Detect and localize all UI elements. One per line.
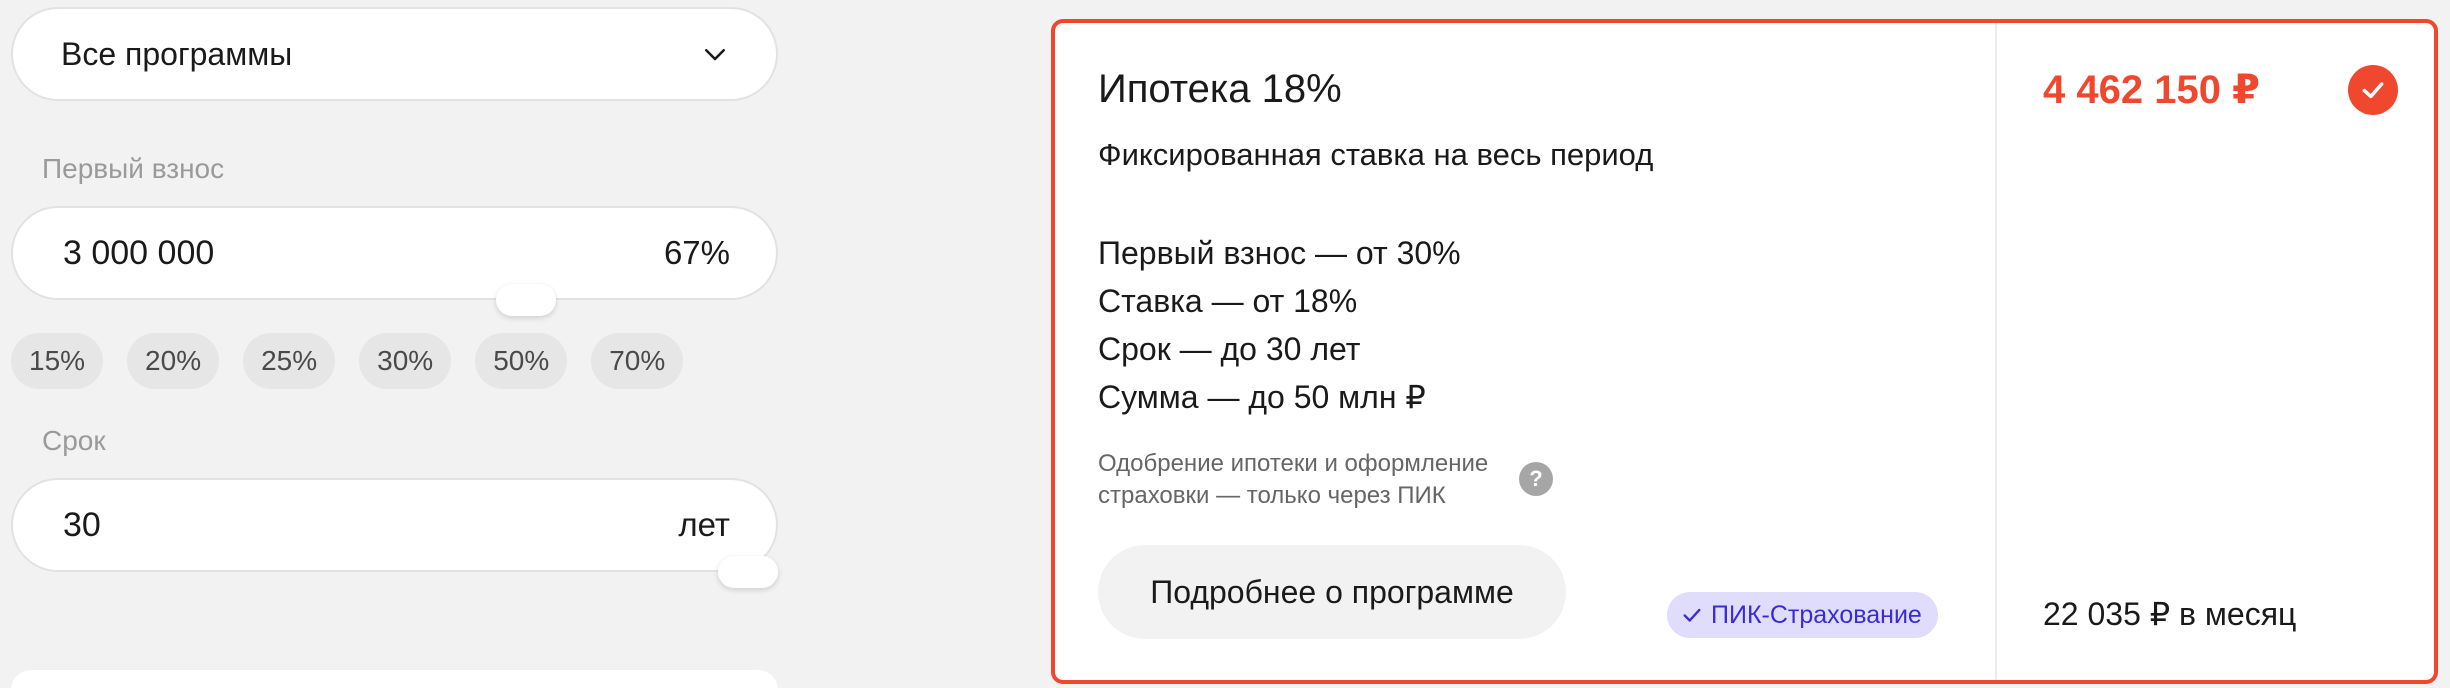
page: Все программы Первый взнос 3 000 000 67%… (0, 0, 2450, 688)
term-input[interactable]: 30 лет (11, 478, 778, 572)
program-subtitle: Фиксированная ставка на весь период (1098, 137, 1654, 172)
program-price: 4 462 150 ₽ (2043, 68, 2260, 112)
insurance-badge-label: ПИК-Страхование (1711, 600, 1922, 629)
program-title: Ипотека 18% (1098, 67, 1342, 111)
selected-check-icon[interactable] (2348, 65, 2398, 115)
condition-rate: Ставка — от 18% (1098, 283, 1358, 319)
down-payment-input[interactable]: 3 000 000 67% (11, 206, 778, 300)
condition-term: Срок — до 30 лет (1098, 331, 1361, 367)
monthly-payment: 22 035 ₽ в месяц (2043, 596, 2297, 632)
program-card[interactable]: Ипотека 18% Фиксированная ставка на весь… (1051, 19, 2438, 684)
program-note: Одобрение ипотеки и оформление страховки… (1098, 450, 1489, 509)
chip-30[interactable]: 30% (359, 333, 452, 389)
program-details-button[interactable]: Подробнее о программе (1098, 545, 1566, 639)
checkmark-icon (2362, 82, 2384, 99)
card-divider (1995, 23, 1997, 680)
chevron-down-icon (705, 49, 725, 61)
chip-50[interactable]: 50% (475, 333, 568, 389)
down-payment-percent: 67% (663, 234, 730, 271)
program-conditions: Первый взнос — от 30% Ставка — от 18% Ср… (1098, 229, 1461, 421)
term-value: 30 (63, 505, 101, 544)
chip-70[interactable]: 70% (591, 333, 684, 389)
down-payment-value: 3 000 000 (63, 233, 215, 272)
term-label: Срок (42, 425, 106, 456)
program-select-value: Все программы (61, 35, 293, 72)
insurance-badge: ПИК-Страхование (1667, 592, 1938, 638)
program-select[interactable]: Все программы (11, 7, 778, 101)
condition-down-payment: Первый взнос — от 30% (1098, 235, 1461, 271)
help-icon[interactable]: ? (1519, 462, 1553, 496)
down-payment-label: Первый взнос (42, 153, 225, 184)
chip-25[interactable]: 25% (243, 333, 336, 389)
term-unit: лет (678, 506, 730, 543)
term-slider-thumb[interactable] (718, 556, 778, 588)
check-icon (1683, 608, 1701, 622)
down-payment-slider-thumb[interactable] (496, 284, 556, 316)
chip-15[interactable]: 15% (11, 333, 104, 389)
condition-amount: Сумма — до 50 млн ₽ (1098, 379, 1426, 415)
next-filter-card (11, 670, 778, 688)
chip-20[interactable]: 20% (127, 333, 220, 389)
down-payment-chips: 15% 20% 25% 30% 50% 70% (11, 333, 684, 389)
